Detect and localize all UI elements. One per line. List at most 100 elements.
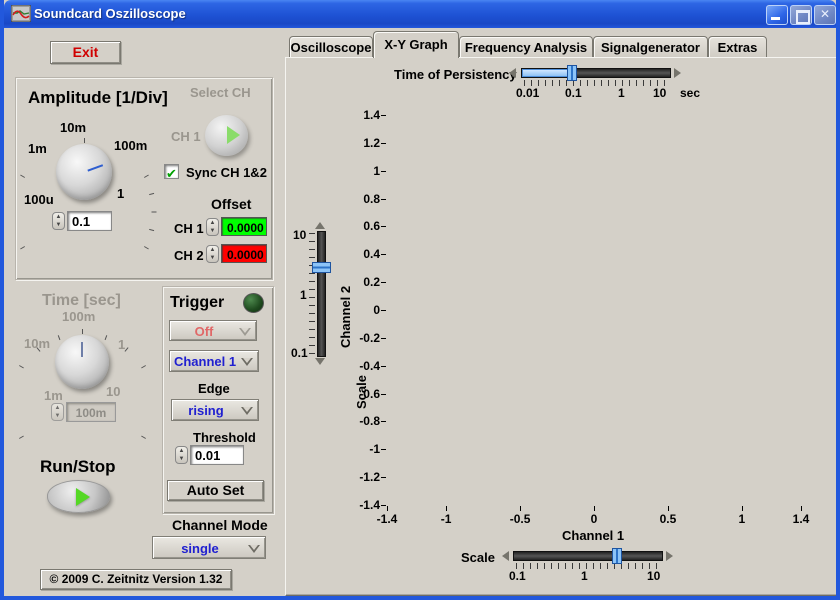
amp-knob-label-1m: 1m xyxy=(28,141,47,156)
channel-mode-value: single xyxy=(153,541,247,556)
y-tick-mark xyxy=(381,115,386,116)
y-tick-label: -0.8 xyxy=(342,414,380,428)
x-tick-label: 0 xyxy=(578,512,610,526)
trigger-source-dropdown[interactable]: Channel 1 xyxy=(169,350,259,372)
channel-mode-dropdown[interactable]: single xyxy=(152,536,266,559)
persistency-unit: sec xyxy=(680,86,700,100)
trigger-source-value: Channel 1 xyxy=(170,354,240,369)
vscale-slider-thumb[interactable] xyxy=(312,262,331,273)
knob-tick xyxy=(141,365,146,368)
select-ch-button[interactable] xyxy=(205,115,248,156)
knob-tick xyxy=(84,138,85,143)
vscale-up-arrow[interactable] xyxy=(315,222,325,229)
sync-checkbox[interactable]: ✔ xyxy=(164,164,179,179)
x-tick-mark xyxy=(520,506,521,511)
y-tick-mark xyxy=(381,366,386,367)
offset-ch2-label: CH 2 xyxy=(174,248,204,263)
persistency-tick-001: 0.01 xyxy=(516,86,539,100)
persistency-slider-fill xyxy=(522,69,572,77)
edge-label: Edge xyxy=(198,381,230,396)
threshold-label: Threshold xyxy=(193,430,256,445)
y-axis-title: Channel 2 xyxy=(338,272,353,348)
exit-button[interactable]: Exit xyxy=(50,41,121,64)
offset-ch1-spinner[interactable]: ▲▼ xyxy=(206,218,219,236)
offset-title: Offset xyxy=(211,196,251,212)
y-tick-label: 0.4 xyxy=(342,247,380,261)
y-tick-mark xyxy=(381,254,386,255)
threshold-field[interactable]: 0.01 xyxy=(190,445,244,465)
y-tick-mark xyxy=(381,310,386,311)
amplitude-value-field[interactable]: 0.1 xyxy=(67,211,112,231)
knob-tick xyxy=(58,335,61,340)
y-tick-label: 1.2 xyxy=(342,136,380,150)
vscale-slider-track[interactable] xyxy=(317,231,326,357)
time-spinner[interactable]: ▲▼ xyxy=(51,403,64,421)
time-knob-needle xyxy=(81,342,83,357)
persistency-slider-thumb[interactable] xyxy=(567,65,577,81)
trigger-mode-dropdown[interactable]: Off xyxy=(169,320,257,341)
tab-xy-graph[interactable]: X-Y Graph xyxy=(373,31,459,58)
tab-extras[interactable]: Extras xyxy=(708,36,767,58)
hscale-slider-track[interactable] xyxy=(513,551,663,561)
time-knob-label-1m: 1m xyxy=(44,388,63,403)
slider-left-arrow[interactable] xyxy=(509,68,516,78)
minimize-button[interactable] xyxy=(766,5,788,25)
slider-right-arrow[interactable] xyxy=(674,68,681,78)
x-axis-title: Channel 1 xyxy=(562,528,624,543)
vscale-down-arrow[interactable] xyxy=(315,358,325,365)
amp-knob-label-10m: 10m xyxy=(60,120,86,135)
threshold-spinner[interactable]: ▲▼ xyxy=(175,446,188,464)
chevron-down-icon xyxy=(239,328,251,336)
persistency-tick-01: 0.1 xyxy=(565,86,582,100)
runstop-button[interactable] xyxy=(47,480,110,513)
tab-signalgenerator[interactable]: Signalgenerator xyxy=(593,36,708,58)
persistency-tick-1: 1 xyxy=(618,86,625,100)
hscale-left-arrow[interactable] xyxy=(502,551,509,561)
offset-ch1-field[interactable]: 0.0000 xyxy=(221,217,267,236)
chevron-down-icon xyxy=(241,407,253,415)
hscale-right-arrow[interactable] xyxy=(666,551,673,561)
chevron-down-icon xyxy=(241,358,253,366)
vscale-tick-10: 10 xyxy=(293,228,306,242)
offset-ch2-field[interactable]: 0.0000 xyxy=(221,244,267,263)
x-tick-mark xyxy=(742,506,743,511)
y-tick-mark xyxy=(381,394,386,395)
y-tick-label: 0.6 xyxy=(342,219,380,233)
hscale-slider-thumb[interactable] xyxy=(612,548,622,564)
y-tick-mark xyxy=(381,143,386,144)
amplitude-knob-face[interactable] xyxy=(56,144,112,200)
time-knob-label-100m: 100m xyxy=(62,309,95,324)
x-tick-mark xyxy=(446,506,447,511)
close-button[interactable]: ✕ xyxy=(814,5,836,25)
x-tick-label: -0.5 xyxy=(504,512,536,526)
amplitude-knob[interactable] xyxy=(56,144,112,200)
chevron-down-icon xyxy=(248,545,260,553)
tab-frequency-analysis[interactable]: Frequency Analysis xyxy=(459,36,593,58)
trigger-led xyxy=(243,293,264,313)
time-knob-label-10m: 10m xyxy=(24,336,50,351)
y-tick-mark xyxy=(381,226,386,227)
time-knob[interactable] xyxy=(55,335,109,389)
title-bar: Soundcard Oszilloscope ✕ xyxy=(4,0,836,28)
tab-oscilloscope[interactable]: Oscilloscope xyxy=(289,36,373,58)
minimize-icon xyxy=(771,17,780,20)
auto-set-button[interactable]: Auto Set xyxy=(167,480,264,501)
hscale-tick-10: 10 xyxy=(647,569,660,583)
amp-knob-label-1: 1 xyxy=(117,186,124,201)
y-tick-mark xyxy=(381,171,386,172)
vscale-slider-ticks xyxy=(309,233,315,355)
select-ch-label: Select CH xyxy=(190,85,251,100)
amplitude-spinner[interactable]: ▲▼ xyxy=(52,212,65,230)
persistency-tick-10: 10 xyxy=(653,86,666,100)
amp-knob-label-100u: 100u xyxy=(24,192,54,207)
trigger-edge-dropdown[interactable]: rising xyxy=(171,399,259,421)
x-tick-mark xyxy=(801,506,802,511)
maximize-button[interactable] xyxy=(790,5,812,25)
window-title: Soundcard Oszilloscope xyxy=(34,6,186,21)
offset-ch2-spinner[interactable]: ▲▼ xyxy=(206,245,219,263)
time-value-field[interactable]: 100m xyxy=(66,402,116,422)
x-tick-label: 0.5 xyxy=(652,512,684,526)
hscale-tick-01: 0.1 xyxy=(509,569,526,583)
knob-tick xyxy=(19,365,24,368)
y-tick-mark xyxy=(381,421,386,422)
